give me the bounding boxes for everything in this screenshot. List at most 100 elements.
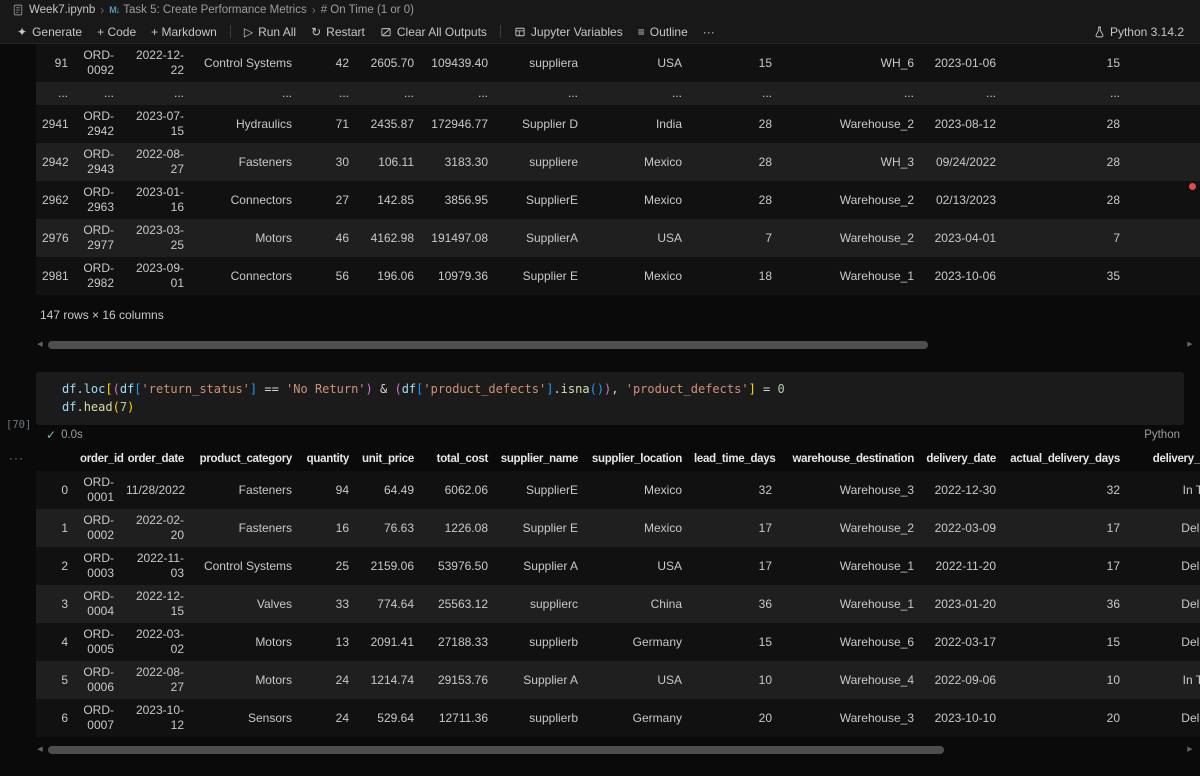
table-cell: 2022-12-22	[135, 48, 184, 77]
chevron-right-icon: ›	[311, 3, 316, 17]
table-cell: 2981	[42, 268, 69, 283]
table-cell: 2023-04-01	[934, 230, 996, 245]
add-code-cell-button[interactable]: + Code	[90, 23, 143, 41]
code-editor[interactable]: df.loc[(df['return_status'] == 'No Retur…	[36, 372, 1184, 425]
notebook-file-icon	[12, 4, 24, 16]
table-cell: 2023-07-15	[135, 109, 184, 138]
table-cell: 2023-03-25	[135, 223, 184, 252]
table-cell: ORD-2942	[83, 109, 114, 138]
table-cell: 2023-10-10	[934, 710, 996, 725]
output-more-icon[interactable]: ···	[9, 451, 24, 465]
cell-language-picker[interactable]: Python	[1144, 429, 1184, 441]
scroll-left-arrow[interactable]: ◀	[34, 744, 46, 756]
scrollbar-track	[46, 746, 1184, 754]
table-row: 5 ORD-0006 2022-08-27 Motors 24 1214.74 29153.…	[36, 661, 1200, 699]
table-cell: Warehouse_1	[839, 596, 914, 611]
clear-all-outputs-button[interactable]: Clear All Outputs	[373, 23, 494, 41]
table-cell: ORD-2977	[83, 223, 114, 252]
scrollbar-thumb[interactable]	[48, 341, 928, 349]
breadcrumb-file[interactable]: Week7.ipynb	[29, 4, 95, 16]
table-cell: 91	[54, 55, 68, 70]
table-cell: ORD-2943	[83, 147, 114, 176]
table-cell: Warehouse_2	[839, 520, 914, 535]
cell-status-bar: ✓ 0.0s Python	[36, 425, 1184, 445]
table-cell: 2022-09-06	[934, 672, 996, 687]
more-actions-button[interactable]: ···	[696, 24, 722, 40]
table-cell: 18	[758, 268, 772, 283]
table-row: 3 ORD-0004 2022-12-15 Valves 33 774.64 25563.1…	[36, 585, 1200, 623]
column-header: supplier_location	[591, 453, 682, 465]
table-cell: ...	[567, 86, 578, 100]
breadcrumb-section[interactable]: M↓ Task 5: Create Performance Metrics	[109, 4, 306, 16]
table-cell: 6062.06	[444, 482, 488, 497]
column-header: quantity	[306, 453, 350, 465]
breadcrumb-file-label: Week7.ipynb	[29, 4, 96, 16]
table-cell	[1126, 143, 1200, 181]
column-header: unit_price	[362, 453, 414, 465]
table-cell: 2023-10-12	[135, 703, 184, 732]
table-cell: 25563.12	[437, 596, 488, 611]
table-cell: Control Systems	[203, 558, 292, 573]
table-cell: 17	[1106, 558, 1120, 573]
table-cell: 2022-03-02	[135, 627, 184, 656]
restart-kernel-button[interactable]: ↻ Restart	[304, 23, 372, 41]
table-cell: USA	[657, 558, 682, 573]
table-cell: 106.11	[378, 154, 414, 169]
table-cell: Delivered	[1181, 634, 1200, 649]
table-cell: Warehouse_4	[839, 672, 914, 687]
table-cell: 2022-02-20	[135, 513, 184, 542]
table-cell: Germany	[632, 710, 682, 725]
scroll-right-arrow[interactable]: ▶	[1184, 339, 1196, 351]
table-cell: 196.06	[377, 268, 414, 283]
add-markdown-cell-button[interactable]: + Markdown	[144, 23, 224, 41]
table-cell: 28	[1106, 116, 1120, 131]
chevron-right-icon: ›	[100, 3, 105, 17]
table-cell: Sensors	[247, 710, 292, 725]
run-all-button[interactable]: ▷ Run All	[237, 23, 303, 41]
table-row: 2981 ORD-2982 2023-09-01 Connectors 56 196.06…	[36, 257, 1200, 295]
table-cell: 33	[335, 596, 349, 611]
table-cell: 191497.08	[431, 230, 488, 245]
outline-icon: ≡	[637, 24, 645, 39]
table-cell: 28	[1106, 154, 1120, 169]
table-cell: India	[655, 116, 682, 131]
table-cell: 02/13/2023	[935, 192, 996, 207]
table-cell: 3183.30	[444, 154, 488, 169]
table-cell: 6	[61, 710, 68, 725]
table-cell: ORD-0003	[83, 551, 114, 580]
cell-gutter: [70]	[0, 372, 36, 445]
table-cell: ORD-2963	[83, 185, 114, 214]
scroll-left-arrow[interactable]: ◀	[34, 339, 46, 351]
scroll-right-arrow[interactable]: ▶	[1184, 744, 1196, 756]
table-cell: ORD-0092	[83, 48, 114, 77]
jupyter-variables-button[interactable]: Jupyter Variables	[507, 23, 630, 41]
table-cell: WH_6	[880, 55, 914, 70]
table-cell: Valves	[256, 596, 292, 611]
table-cell: 56	[335, 268, 349, 283]
breadcrumb-cell[interactable]: # On Time (1 or 0)	[321, 4, 414, 16]
kernel-picker[interactable]: Python 3.14.2	[1088, 23, 1190, 41]
generate-button[interactable]: ✦ Generate	[10, 23, 89, 41]
table-cell: 15	[1106, 634, 1120, 649]
table-cell: 09/24/2022	[935, 154, 996, 169]
table-cell: 15	[758, 634, 772, 649]
table-row: 0 ORD-0001 11/28/2022 Fasteners 94 64.49 6062.…	[36, 471, 1200, 509]
outline-button[interactable]: ≡ Outline	[631, 23, 695, 41]
table-cell: 13	[335, 634, 349, 649]
table-cell: ORD-0002	[83, 513, 114, 542]
scrollbar-thumb[interactable]	[48, 746, 944, 754]
table-cell: Fasteners	[238, 520, 292, 535]
table-cell: Delivered	[1181, 520, 1200, 535]
table-cell: Delivered	[1181, 710, 1200, 725]
table-cell: Warehouse_2	[839, 230, 914, 245]
table-cell	[1126, 105, 1200, 143]
table-cell: 2605.70	[370, 55, 414, 70]
table-row: 4 ORD-0005 2022-03-02 Motors 13 2091.41 27188.…	[36, 623, 1200, 661]
success-check-icon: ✓	[46, 428, 57, 442]
table-cell: Supplier A	[523, 672, 578, 687]
table-cell: 27188.33	[437, 634, 488, 649]
restart-icon: ↻	[311, 24, 322, 39]
execution-time: 0.0s	[61, 429, 83, 441]
table-cell: Delivered	[1181, 558, 1200, 573]
table-cell: In Transit	[1182, 672, 1200, 687]
